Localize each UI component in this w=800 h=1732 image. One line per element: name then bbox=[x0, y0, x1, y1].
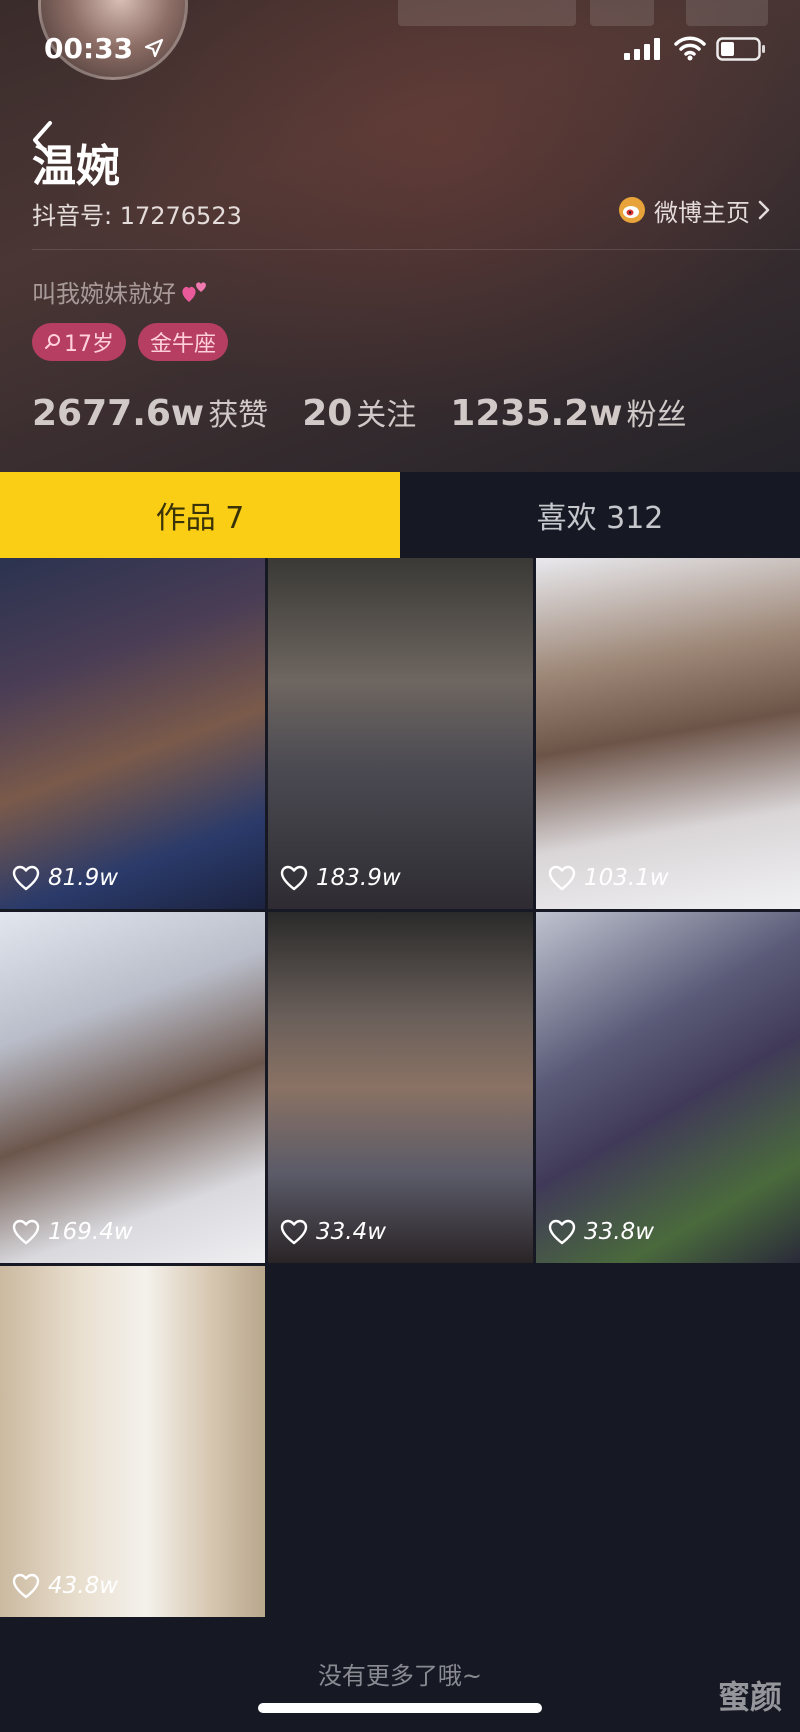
thumbnail-image bbox=[536, 558, 800, 909]
home-indicator bbox=[258, 1703, 542, 1713]
video-likes: 43.8w bbox=[12, 1573, 118, 1599]
likes-stat: 2677.6w 获赞 bbox=[32, 390, 268, 434]
video-likes: 33.4w bbox=[280, 1219, 386, 1245]
likes-label: 获赞 bbox=[208, 398, 269, 433]
weibo-icon bbox=[619, 197, 645, 223]
tab-works[interactable]: 作品 7 bbox=[0, 472, 400, 558]
video-likes-count: 33.4w bbox=[316, 1219, 387, 1245]
video-likes: 81.9w bbox=[12, 865, 118, 891]
heart-outline-icon bbox=[12, 1573, 40, 1599]
back-chevron-icon[interactable] bbox=[30, 120, 54, 160]
heart-outline-icon bbox=[548, 865, 576, 891]
thumbnail-image bbox=[268, 912, 533, 1263]
followers-label: 粉丝 bbox=[626, 398, 687, 433]
female-symbol-icon bbox=[45, 334, 60, 349]
cellular-signal-icon bbox=[624, 38, 660, 60]
heart-outline-icon bbox=[548, 1219, 576, 1245]
video-thumbnail[interactable]: 103.1w bbox=[536, 558, 800, 909]
age-tag-label: 17岁 bbox=[64, 332, 114, 357]
heart-outline-icon bbox=[12, 865, 40, 891]
zodiac-tag-label: 金牛座 bbox=[150, 332, 217, 357]
location-arrow-icon bbox=[144, 38, 164, 58]
thumbnail-image bbox=[0, 558, 265, 909]
video-thumbnail[interactable]: 43.8w bbox=[0, 1266, 265, 1617]
wifi-icon bbox=[674, 36, 706, 61]
no-more-text: 没有更多了哦~ bbox=[317, 1662, 483, 1690]
video-likes-count: 169.4w bbox=[48, 1219, 133, 1245]
status-bar: 00:33 bbox=[0, 28, 800, 72]
thumbnail-image bbox=[536, 912, 800, 1263]
followers-count: 1235.2w bbox=[450, 393, 623, 434]
header-divider bbox=[32, 249, 800, 250]
video-likes: 103.1w bbox=[548, 865, 669, 891]
video-thumbnail[interactable]: 33.4w bbox=[268, 912, 533, 1263]
watermark: 蜜颜 bbox=[717, 1678, 782, 1716]
content-tabs: 作品 7 喜欢 312 bbox=[0, 472, 800, 558]
zodiac-tag: 金牛座 bbox=[138, 323, 229, 361]
profile-tags: 17岁 金牛座 bbox=[32, 323, 240, 361]
video-likes-count: 43.8w bbox=[48, 1573, 119, 1599]
video-thumbnail[interactable]: 169.4w bbox=[0, 912, 265, 1263]
battery-icon bbox=[716, 37, 765, 61]
message-button[interactable] bbox=[590, 0, 654, 26]
video-thumbnail[interactable]: 33.8w bbox=[536, 912, 800, 1263]
following-count: 20 bbox=[302, 393, 353, 434]
following-stat[interactable]: 20 关注 bbox=[302, 390, 416, 434]
thumbnail-image bbox=[0, 1266, 265, 1617]
followers-stat[interactable]: 1235.2w 粉丝 bbox=[450, 390, 686, 434]
douyin-id: 抖音号: 17276523 bbox=[32, 202, 242, 230]
thumbnail-image bbox=[0, 912, 265, 1263]
status-time: 00:33 bbox=[44, 32, 134, 65]
likes-count: 2677.6w bbox=[32, 393, 205, 434]
following-label: 关注 bbox=[356, 398, 417, 433]
bio-text: 叫我婉妹就好 bbox=[32, 280, 176, 308]
video-thumbnail[interactable]: 183.9w bbox=[268, 558, 533, 909]
age-tag: 17岁 bbox=[32, 323, 126, 361]
video-likes-count: 103.1w bbox=[584, 865, 669, 891]
video-likes: 33.8w bbox=[548, 1219, 654, 1245]
video-thumbnail[interactable]: 81.9w bbox=[0, 558, 265, 909]
weibo-label: 微博主页 bbox=[654, 198, 750, 227]
video-likes: 169.4w bbox=[12, 1219, 133, 1245]
heart-outline-icon bbox=[12, 1219, 40, 1245]
profile-stats: 2677.6w 获赞 20 关注 1235.2w 粉丝 bbox=[32, 390, 720, 434]
profile-bio: 叫我婉妹就好 bbox=[32, 274, 210, 309]
chevron-right-icon bbox=[758, 200, 770, 220]
video-likes-count: 33.8w bbox=[584, 1219, 655, 1245]
heart-outline-icon bbox=[280, 1219, 308, 1245]
heart-outline-icon bbox=[280, 865, 308, 891]
tab-likes[interactable]: 喜欢 312 bbox=[400, 472, 800, 558]
thumbnail-image bbox=[268, 558, 533, 909]
video-likes-count: 81.9w bbox=[48, 865, 119, 891]
weibo-homepage-link[interactable]: 微博主页 bbox=[618, 194, 770, 227]
more-button[interactable] bbox=[686, 0, 768, 26]
two-hearts-icon bbox=[182, 281, 206, 302]
video-likes: 183.9w bbox=[280, 865, 401, 891]
video-likes-count: 183.9w bbox=[316, 865, 401, 891]
follow-button[interactable] bbox=[398, 0, 576, 26]
